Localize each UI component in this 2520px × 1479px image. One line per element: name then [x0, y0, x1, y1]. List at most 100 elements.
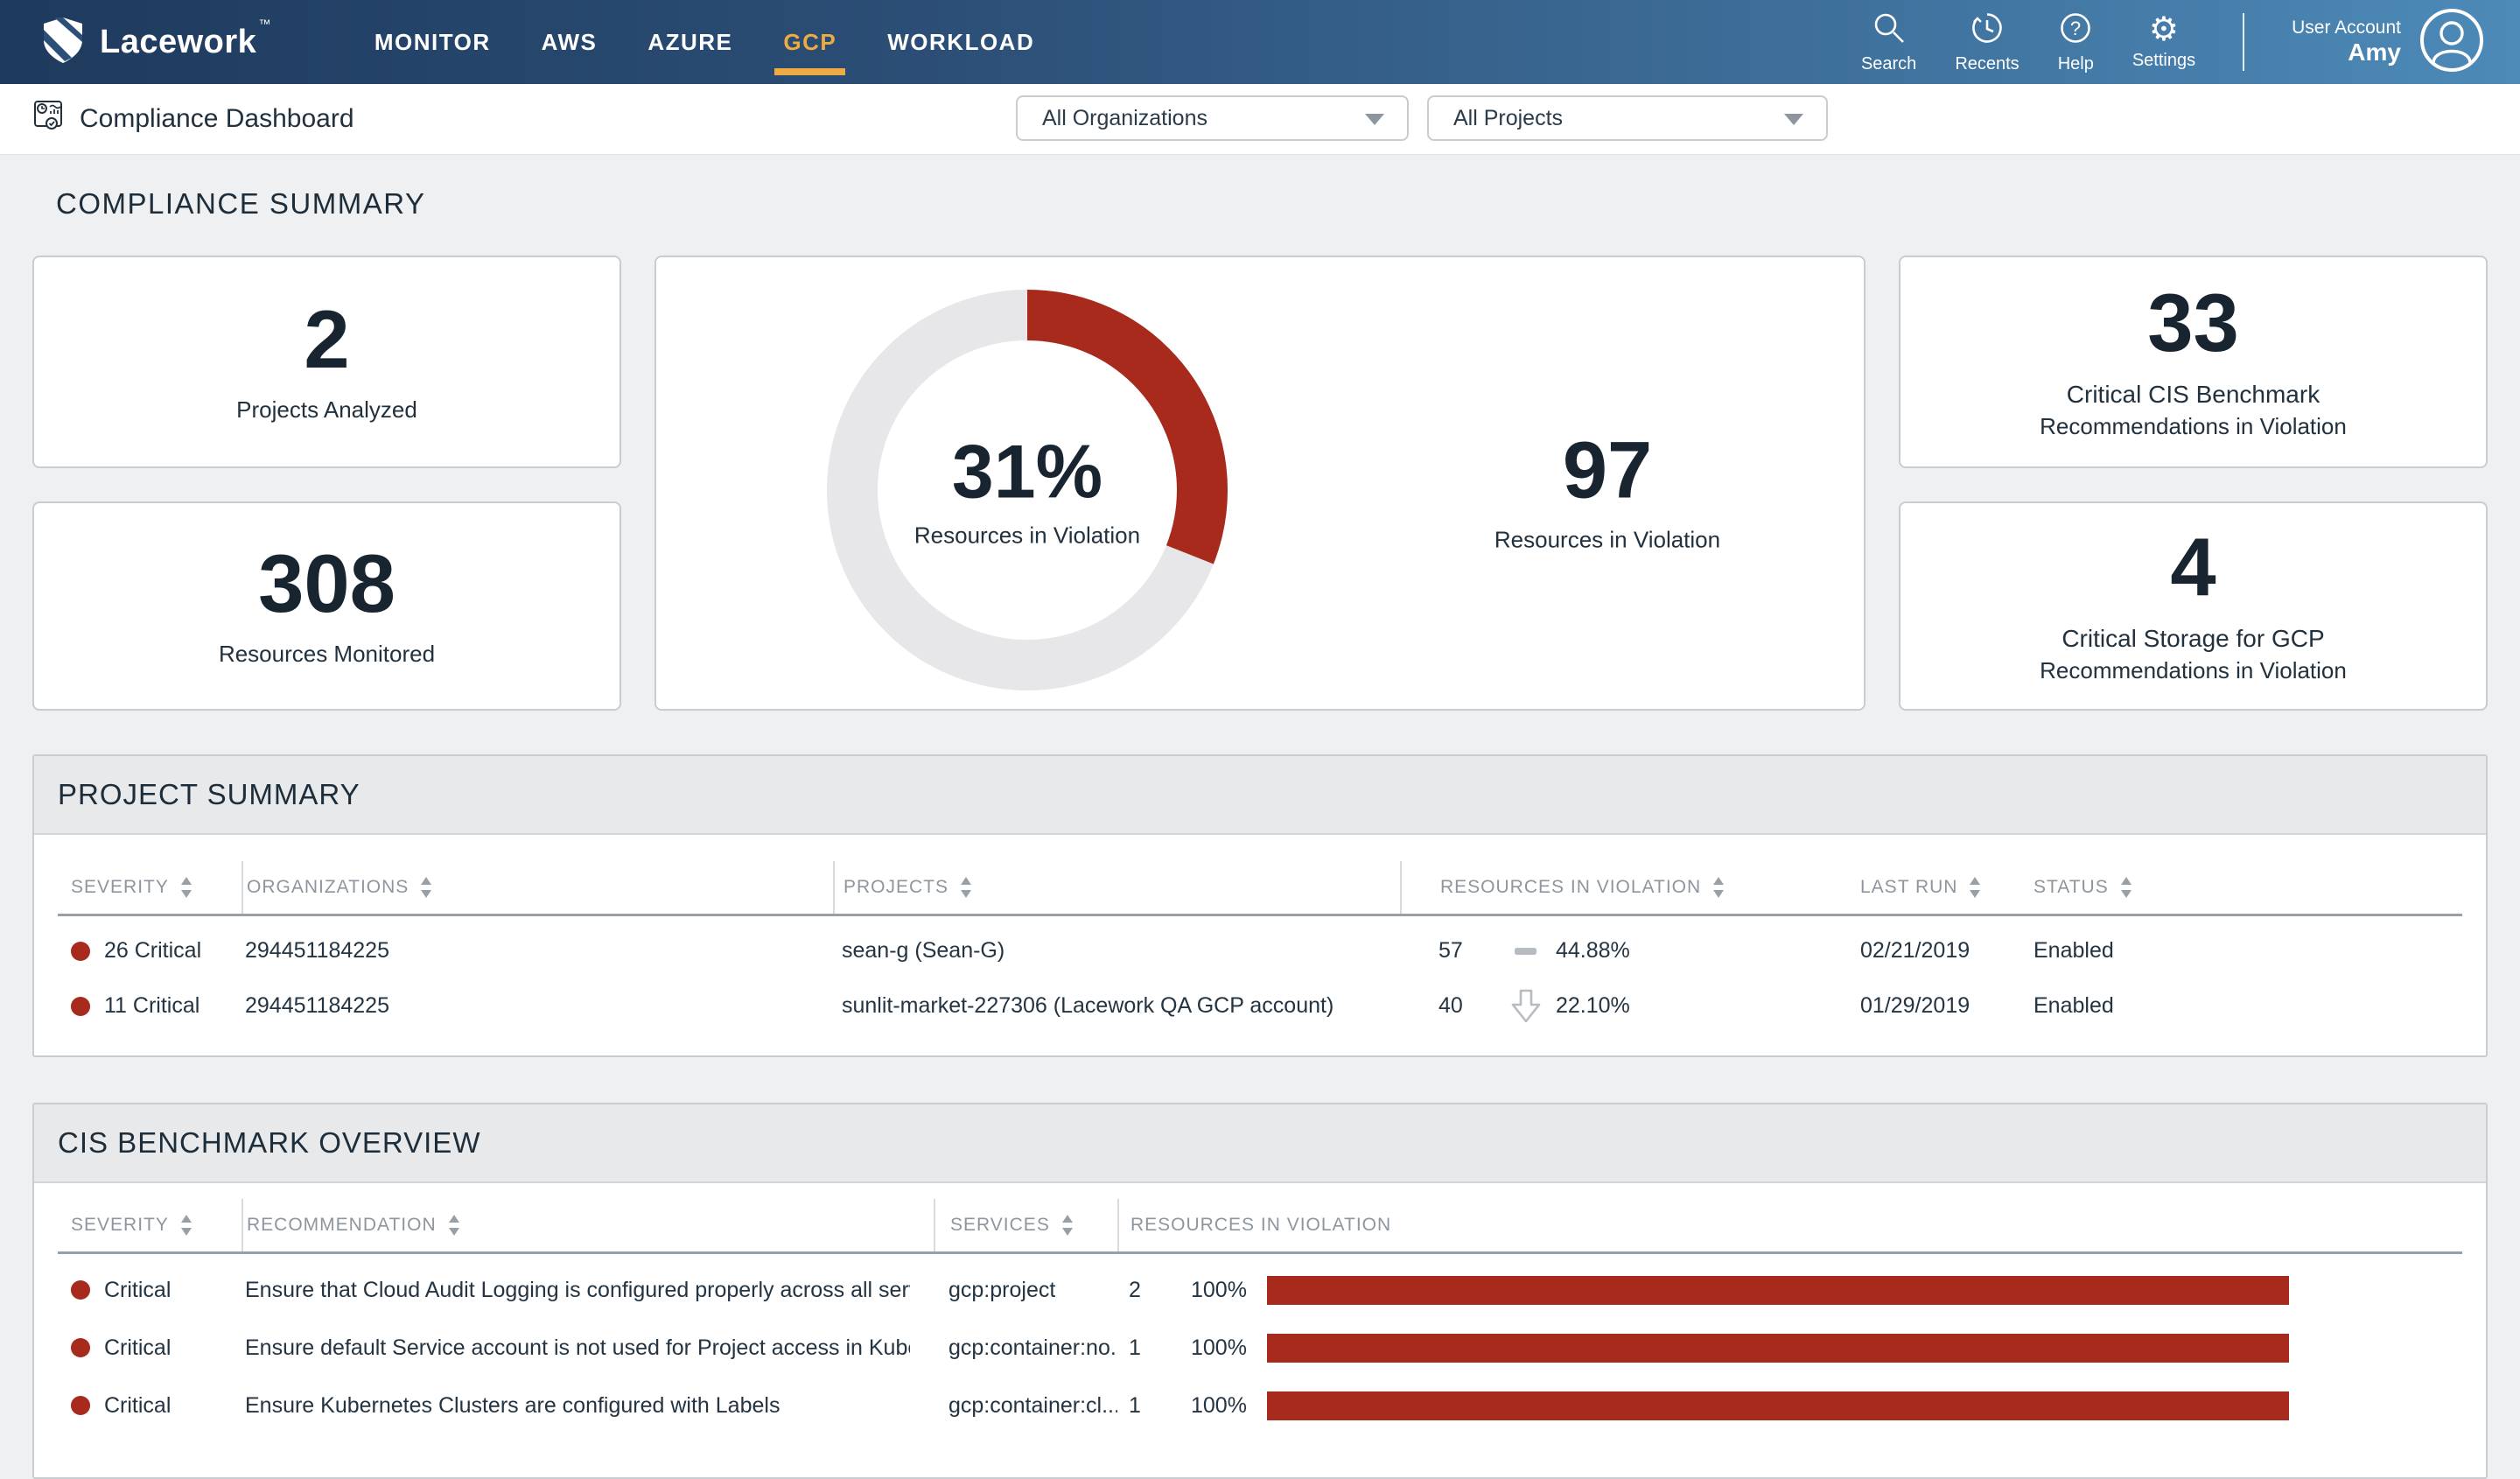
project-summary-section: PROJECT SUMMARY SEVERITY ORGANIZATIONS P…: [32, 754, 2488, 1057]
project-summary-header-row: SEVERITY ORGANIZATIONS PROJECTS RESOURCE…: [58, 861, 2462, 916]
severity-cell: 11 Critical: [58, 993, 242, 1019]
severity-cell: Critical: [58, 1278, 242, 1303]
table-row[interactable]: Critical Ensure that Cloud Audit Logging…: [58, 1261, 2462, 1319]
resources-in-violation-card: 31% Resources in Violation 97 Resources …: [654, 256, 1866, 711]
column-header-organizations[interactable]: ORGANIZATIONS: [242, 861, 833, 914]
violation-count-label: Resources in Violation: [1494, 527, 1720, 554]
table-row[interactable]: Critical Ensure default Service account …: [58, 1319, 2462, 1377]
severity-cell: Critical: [58, 1335, 242, 1361]
tab-workload[interactable]: WORKLOAD: [887, 29, 1034, 56]
user-name: Amy: [2348, 39, 2401, 67]
status-cell: Enabled: [2026, 938, 2462, 964]
user-account[interactable]: User Account Amy: [2292, 7, 2485, 78]
violation-percent-label: Resources in Violation: [914, 522, 1140, 550]
help-label: Help: [2058, 54, 2094, 74]
donut-center-text: 31% Resources in Violation: [914, 435, 1140, 550]
trend-flat-icon: [1508, 934, 1544, 969]
chevron-down-icon: [1784, 114, 1803, 125]
search-label: Search: [1861, 54, 1916, 74]
search-button[interactable]: Search: [1861, 11, 1916, 74]
main-menu: MONITOR AWS AZURE GCP WORKLOAD: [374, 29, 1034, 56]
organization-cell: 294451184225: [242, 993, 833, 1019]
compliance-dashboard-icon: [32, 99, 66, 139]
service-cell: gcp:container:no...: [934, 1335, 1117, 1361]
violation-count-block: 97 Resources in Violation: [1494, 431, 1720, 554]
tab-azure[interactable]: AZURE: [648, 29, 732, 56]
sort-icon: [447, 1213, 461, 1237]
tab-aws[interactable]: AWS: [542, 29, 598, 56]
project-cell: sunlit-market-227306 (Lacework QA GCP ac…: [833, 993, 1400, 1019]
column-header-severity[interactable]: SEVERITY: [58, 1199, 242, 1251]
column-header-services[interactable]: SERVICES: [934, 1199, 1117, 1251]
recents-clock-icon: [1970, 11, 2005, 50]
recommendation-cell: Ensure Kubernetes Clusters are configure…: [242, 1393, 934, 1419]
sort-icon: [959, 875, 973, 900]
critical-cis-card: 33 Critical CIS Benchmark Recommendation…: [1899, 256, 2488, 468]
last-run-cell: 01/29/2019: [1855, 993, 2026, 1019]
cis-benchmark-section: CIS BENCHMARK OVERVIEW SEVERITY RECOMMEN…: [32, 1103, 2488, 1479]
last-run-cell: 02/21/2019: [1855, 938, 2026, 964]
tab-monitor[interactable]: MONITOR: [374, 29, 491, 56]
resources-monitored-card: 308 Resources Monitored: [32, 501, 621, 711]
resources-cell: 1 100%: [1117, 1391, 2462, 1420]
search-icon: [1872, 11, 1907, 50]
severity-cell: Critical: [58, 1393, 242, 1419]
project-cell: sean-g (Sean-G): [833, 938, 1400, 964]
critical-storage-value: 4: [2170, 526, 2216, 608]
violation-bar: [1267, 1334, 2289, 1363]
organizations-filter-dropdown[interactable]: All Organizations: [1016, 95, 1409, 141]
recommendation-cell: Ensure that Cloud Audit Logging is confi…: [242, 1278, 934, 1303]
projects-analyzed-label: Projects Analyzed: [236, 395, 417, 425]
sort-icon: [1712, 875, 1726, 900]
page-title: Compliance Dashboard: [32, 84, 354, 154]
trademark: ™: [258, 17, 271, 31]
table-row[interactable]: 26 Critical 294451184225 sean-g (Sean-G)…: [58, 923, 2462, 978]
column-header-severity[interactable]: SEVERITY: [58, 861, 242, 914]
avatar[interactable]: [2418, 7, 2485, 78]
nav-tools: Search Recents ? Help ⚙ Sett: [1861, 7, 2485, 78]
top-nav: Lacework™ MONITOR AWS AZURE GCP WORKLOAD…: [0, 0, 2520, 84]
settings-button[interactable]: ⚙ Settings: [2132, 13, 2195, 71]
trend-down-arrow-icon: [1508, 987, 1544, 1026]
column-header-projects[interactable]: PROJECTS: [833, 861, 1400, 914]
critical-severity-dot: [71, 942, 90, 961]
sort-icon: [179, 1213, 193, 1237]
severity-cell: 26 Critical: [58, 938, 242, 964]
tab-gcp[interactable]: GCP: [783, 29, 836, 56]
help-button[interactable]: ? Help: [2058, 11, 2094, 74]
nav-divider: [2243, 13, 2244, 71]
sort-icon: [1968, 875, 1982, 900]
column-header-resources-in-violation[interactable]: RESOURCES IN VIOLATION: [1117, 1199, 2462, 1251]
cis-benchmark-title: CIS BENCHMARK OVERVIEW: [34, 1104, 2486, 1183]
sort-icon: [419, 875, 433, 900]
cis-benchmark-header-row: SEVERITY RECOMMENDATION SERVICES RESOURC…: [58, 1199, 2462, 1254]
chevron-down-icon: [1365, 114, 1384, 125]
resources-cell: 57 44.88%: [1400, 934, 1855, 969]
project-summary-table: SEVERITY ORGANIZATIONS PROJECTS RESOURCE…: [34, 835, 2486, 1034]
violation-count-value: 97: [1494, 431, 1720, 511]
violation-bar: [1267, 1276, 2289, 1305]
critical-severity-dot: [71, 997, 90, 1016]
sort-icon: [1060, 1213, 1074, 1237]
user-text: User Account Amy: [2292, 18, 2401, 67]
compliance-summary-title: COMPLIANCE SUMMARY: [56, 187, 425, 221]
column-header-status[interactable]: STATUS: [2026, 861, 2462, 914]
resources-cell: 40 22.10%: [1400, 987, 1855, 1026]
critical-severity-dot: [71, 1280, 90, 1300]
recents-button[interactable]: Recents: [1955, 11, 2019, 74]
projects-filter-dropdown[interactable]: All Projects: [1427, 95, 1828, 141]
settings-label: Settings: [2132, 51, 2195, 71]
table-row[interactable]: 11 Critical 294451184225 sunlit-market-2…: [58, 978, 2462, 1034]
brand-name: Lacework™: [100, 24, 270, 61]
recents-label: Recents: [1955, 54, 2019, 74]
column-header-last-run[interactable]: LAST RUN: [1855, 861, 2026, 914]
status-cell: Enabled: [2026, 993, 2462, 1019]
column-header-recommendation[interactable]: RECOMMENDATION: [242, 1199, 934, 1251]
brand[interactable]: Lacework™: [42, 16, 270, 69]
table-row[interactable]: Critical Ensure Kubernetes Clusters are …: [58, 1377, 2462, 1434]
critical-cis-value: 33: [2147, 282, 2239, 364]
gear-icon: ⚙: [2149, 13, 2179, 46]
critical-severity-dot: [71, 1396, 90, 1415]
column-header-resources-in-violation[interactable]: RESOURCES IN VIOLATION: [1400, 861, 1855, 914]
resources-cell: 2 100%: [1117, 1276, 2462, 1305]
